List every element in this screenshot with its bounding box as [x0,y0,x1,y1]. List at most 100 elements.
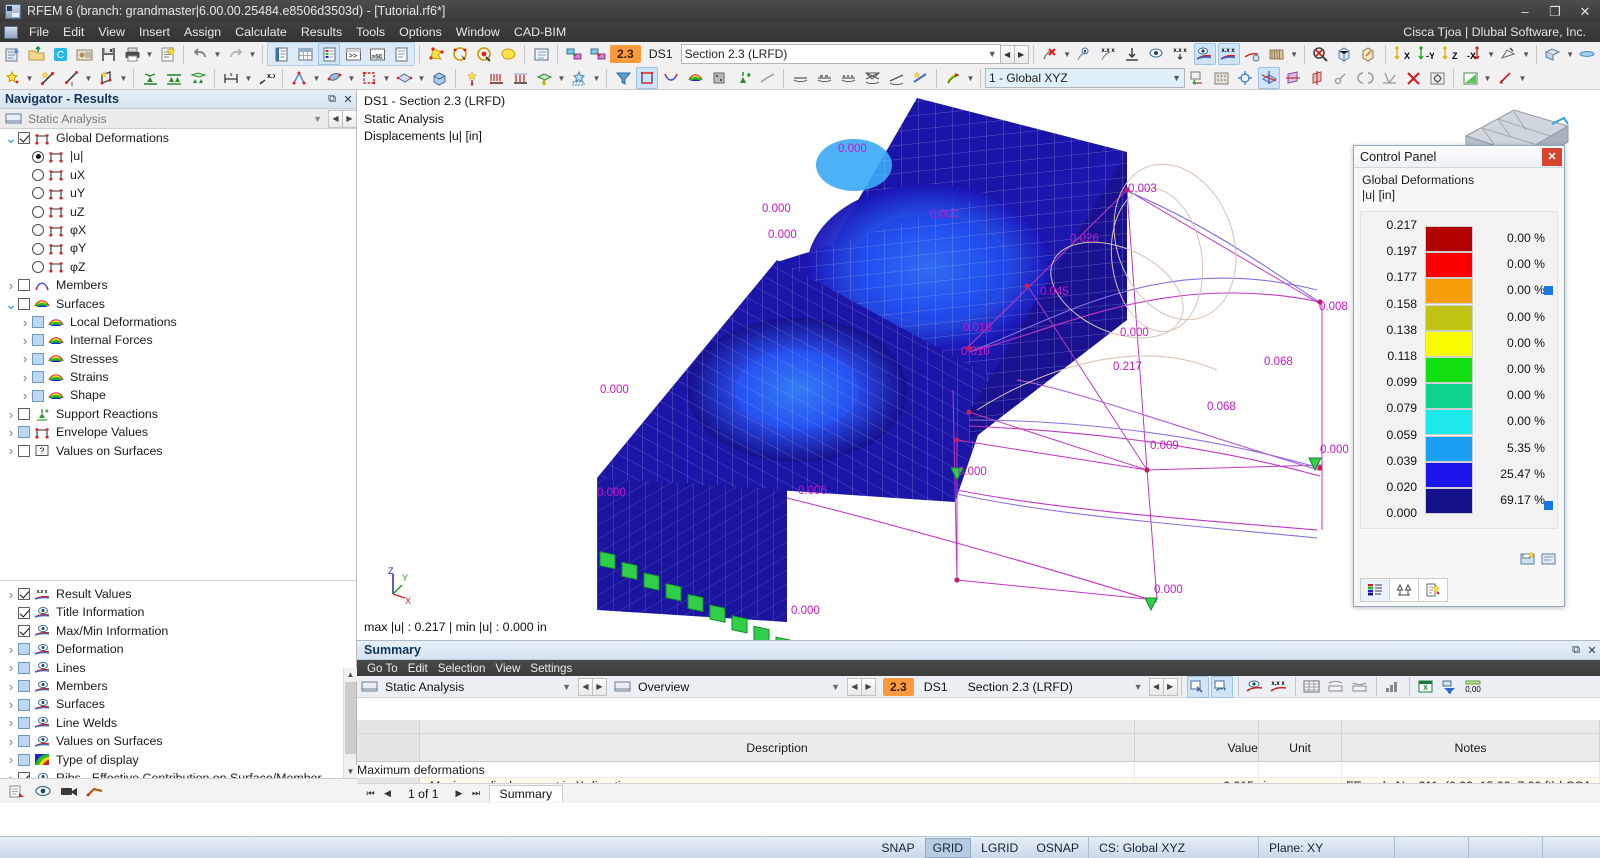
tree-checkbox[interactable] [32,316,44,329]
calculation-diagram-caret[interactable]: ▼ [1289,43,1300,65]
new-member-button[interactable] [288,67,310,89]
undo-button[interactable] [189,43,211,65]
color-swatch[interactable] [1425,409,1473,436]
free-load-caret[interactable]: ▼ [591,67,602,89]
result-xxx-down-button[interactable]: x.x x [1170,43,1192,65]
coordinate-system-edit-button[interactable] [1186,67,1208,89]
chevron-down-icon[interactable]: ▼ [555,682,578,692]
printout-report-icon[interactable] [4,780,30,802]
display-properties-caret[interactable]: ▼ [965,67,976,89]
result-diagram-slope-button[interactable] [885,67,907,89]
chevron-right-icon[interactable]: › [4,405,18,423]
result-diagram-v-button[interactable] [813,67,835,89]
open-button[interactable] [25,43,47,65]
nav-result-u[interactable]: |u| [0,147,356,165]
navigator-next-button[interactable]: ▶ [342,109,357,128]
nav-result-support-reactions[interactable]: › Support Reactions [0,405,356,423]
column-header-notes[interactable]: Notes [1342,734,1600,761]
chevron-down-icon[interactable]: ▼ [824,682,847,692]
summary-menu-edit[interactable]: Edit [403,662,433,675]
nav-display-ribs-effective-contribution-on-surface-member[interactable]: ›Ribs - Effective Contribution on Surfac… [0,769,356,778]
new-surface-button[interactable] [95,67,117,89]
view-direction-caret[interactable]: ▼ [1486,43,1497,65]
menu-tools[interactable]: Tools [349,23,392,41]
summary-menu-goto[interactable]: Go To [362,662,403,675]
tree-checkbox[interactable] [18,297,30,310]
tree-checkbox-checked[interactable] [18,624,30,637]
result-values-xxx-button[interactable]: x.x x [1098,43,1120,65]
new-member-caret[interactable]: ▼ [311,67,322,89]
chevron-right-icon[interactable]: › [4,423,18,441]
select-in-graphics-button[interactable] [1186,675,1209,698]
chevron-down-icon[interactable]: ⌄ [4,295,18,313]
nav-display-max-min-information[interactable]: Max/Min Information [0,622,356,640]
navigator-display-button[interactable] [390,43,412,65]
surface-load-button[interactable] [533,67,555,89]
view-negx-button[interactable]: -X [1463,43,1485,65]
tree-checkbox-checked[interactable] [18,606,30,619]
tree-checkbox[interactable] [18,753,30,766]
tree-checkbox[interactable] [18,735,30,748]
tree-checkbox[interactable] [18,716,30,729]
perspective-caret[interactable]: ▼ [1521,43,1532,65]
show-support-reactions-button[interactable] [732,67,754,89]
tree-checkbox[interactable] [32,352,44,365]
new-solid-box-button[interactable] [428,67,450,89]
nav-result-strains[interactable]: › Strains [0,368,356,386]
copy-layer-button[interactable] [563,43,585,65]
tree-radio[interactable] [32,168,44,181]
nav-display-result-values[interactable]: › x.x x Result Values [0,585,356,603]
chevron-right-icon[interactable]: › [4,696,18,714]
column-header-index[interactable] [357,734,420,761]
select-objects-button[interactable] [425,43,447,65]
tab-filter[interactable] [1418,578,1448,602]
tree-radio[interactable] [32,242,44,255]
column-header-description[interactable]: Description [420,734,1135,761]
redo-button[interactable] [224,43,246,65]
open-model-info-button[interactable] [73,43,95,65]
nav-result-surfaces[interactable]: ⌄ Surfaces [0,295,356,313]
table-view-button[interactable] [1301,676,1323,698]
menu-edit[interactable]: Edit [56,23,91,41]
color-scale-legend[interactable]: 0.217 0.00 % 0.197 0.00 % 0.177 0.00 % 0.158 0.… [1360,211,1558,529]
first-page-button[interactable]: ⏮ [362,785,379,802]
tree-radio-selected[interactable] [32,150,44,163]
navigator-table-button[interactable] [294,43,316,65]
summary-menu-selection[interactable]: Selection [433,662,491,675]
nav-result-z[interactable]: φZ [0,258,356,276]
print-button[interactable] [121,43,143,65]
delete-results-caret[interactable]: ▼ [1062,43,1073,65]
dimension-caret[interactable]: ▼ [243,67,254,89]
control-panel-save-buttons[interactable] [1519,550,1558,566]
snap-options-button[interactable] [1426,67,1448,89]
printout-report-button[interactable] [156,43,178,65]
chevron-right-icon[interactable]: › [4,640,18,658]
surface-support-button[interactable] [187,67,209,89]
insert-row-button[interactable] [1325,676,1347,698]
color-swatch[interactable] [1425,435,1473,462]
select-special-button[interactable] [473,43,495,65]
grid-settings-button[interactable] [1210,67,1232,89]
chevron-down-icon[interactable]: ⌄ [4,129,18,147]
menu-results[interactable]: Results [294,23,349,41]
navigator-results-button[interactable] [318,43,340,65]
properties-button[interactable] [530,43,552,65]
delete-row-button[interactable] [1349,676,1371,698]
tree-checkbox[interactable] [18,643,30,656]
new-solid-button[interactable] [323,67,345,89]
nav-result-members[interactable]: › Members [0,276,356,294]
nav-result-stresses[interactable]: › Stresses [0,350,356,368]
show-deformation-button[interactable] [756,67,778,89]
work-plane-yz-button[interactable] [1306,67,1328,89]
summary-view-next[interactable]: ▶ [861,677,876,696]
tree-checkbox-checked[interactable] [18,132,30,145]
show-result-values-button[interactable]: x.x x [1268,676,1290,698]
chevron-right-icon[interactable]: › [4,442,18,460]
new-line-caret[interactable]: ▼ [83,67,94,89]
chevron-right-icon[interactable]: › [4,769,18,778]
scrollbar-thumb[interactable] [345,682,356,754]
chevron-right-icon[interactable]: › [18,313,32,331]
summary-table[interactable]: Description Value Unit Notes Maximum def… [357,720,1600,783]
dimension-button[interactable]: x [220,67,242,89]
last-page-button[interactable]: ⏭ [468,785,485,802]
